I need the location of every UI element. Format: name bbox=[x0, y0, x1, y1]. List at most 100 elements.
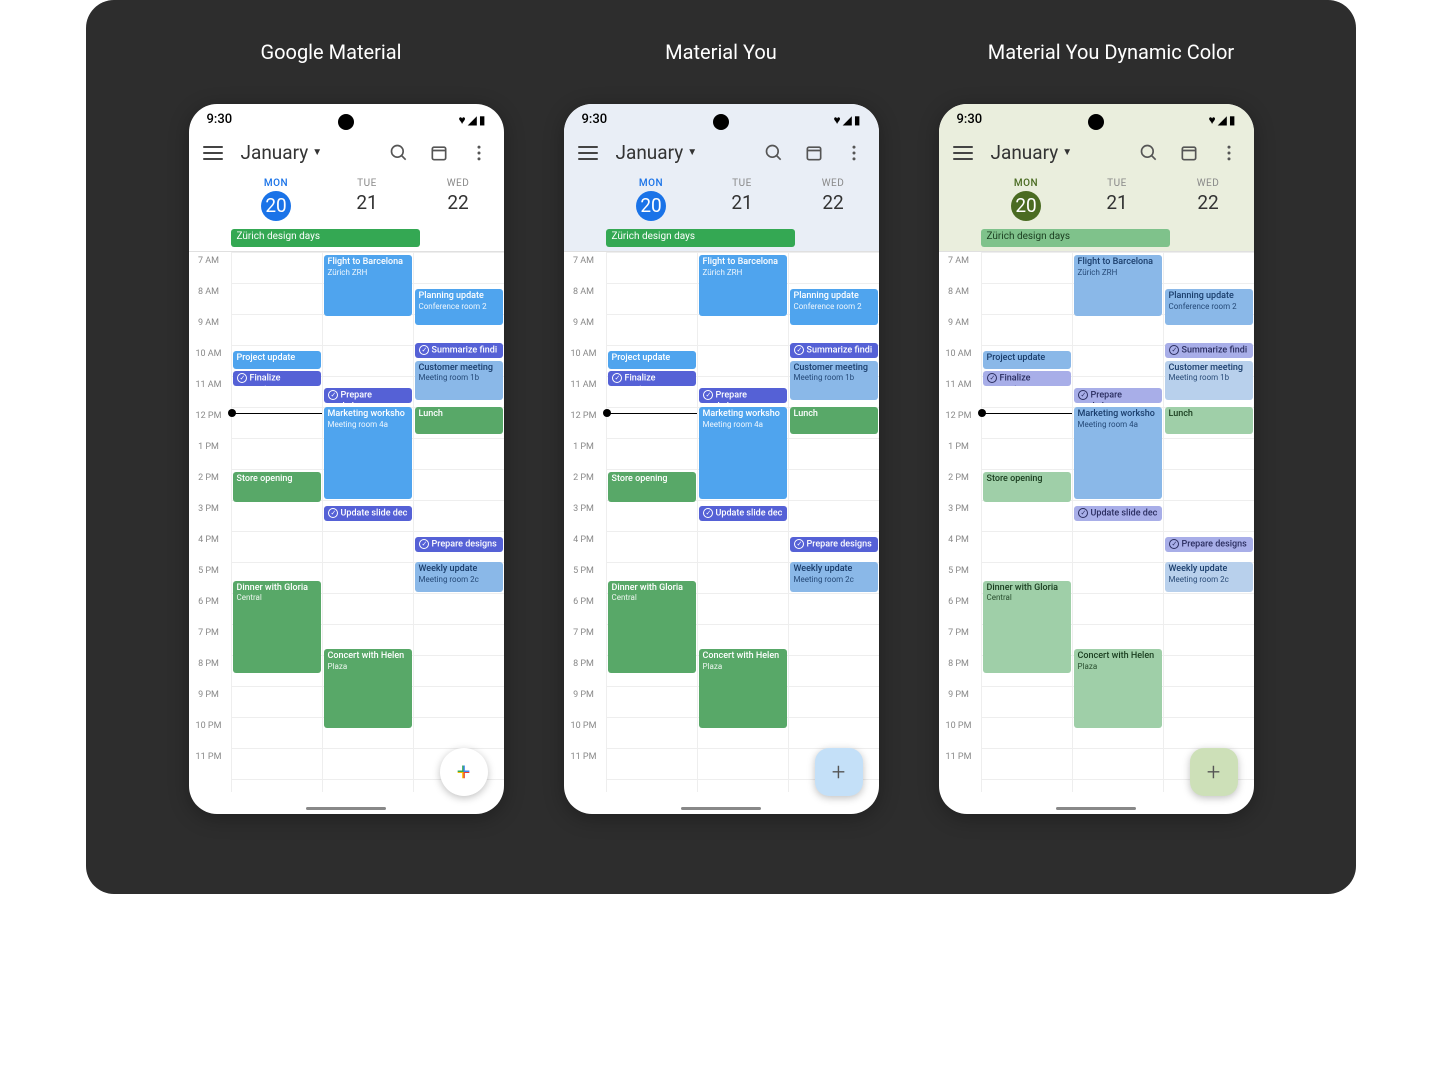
calendar-event[interactable]: Concert with HelenPlaza bbox=[1074, 649, 1162, 729]
calendar-event[interactable]: Customer meetingMeeting room 1b bbox=[415, 361, 503, 400]
more-vert-icon[interactable] bbox=[468, 142, 490, 164]
allday-event[interactable]: Zürich design days bbox=[981, 229, 1170, 247]
day-column[interactable]: Project update Finalize presenta Store ope… bbox=[231, 252, 322, 792]
allday-event[interactable]: Zürich design days bbox=[231, 229, 420, 247]
wifi-icon: ♥ bbox=[1209, 113, 1216, 127]
month-selector[interactable]: January ▼ bbox=[991, 141, 1073, 164]
day-column[interactable]: Project update Finalize presenta Store ope… bbox=[606, 252, 697, 792]
calendar-event[interactable]: Summarize findi bbox=[790, 343, 878, 358]
calendar-event[interactable]: Marketing workshoMeeting room 4a bbox=[324, 407, 412, 499]
calendar-event[interactable]: Prepare worksho bbox=[324, 388, 412, 403]
calendar-event[interactable]: Store opening bbox=[608, 472, 696, 502]
menu-icon[interactable] bbox=[203, 146, 223, 160]
day-header[interactable]: WED 22 bbox=[413, 174, 504, 229]
calendar-event[interactable]: Prepare worksho bbox=[699, 388, 787, 403]
time-label: 9 PM bbox=[939, 690, 979, 700]
today-icon[interactable] bbox=[428, 142, 450, 164]
calendar-event[interactable]: Project update bbox=[233, 351, 321, 369]
calendar-event[interactable]: Dinner with GloriaCentral bbox=[608, 581, 696, 673]
calendar-event[interactable]: Update slide dec bbox=[324, 506, 412, 521]
calendar-event[interactable]: Project update bbox=[608, 351, 696, 369]
calendar-event[interactable]: Concert with HelenPlaza bbox=[324, 649, 412, 729]
menu-icon[interactable] bbox=[953, 146, 973, 160]
calendar-grid[interactable]: 7 AM8 AM9 AM10 AM11 AM12 PM1 PM2 PM3 PM4… bbox=[189, 252, 504, 792]
day-header[interactable]: Tue 21 bbox=[1072, 174, 1163, 229]
calendar-grid[interactable]: 7 AM8 AM9 AM10 AM11 AM12 PM1 PM2 PM3 PM4… bbox=[939, 252, 1254, 792]
day-column[interactable]: Flight to BarcelonaZürich ZRH Prepare wor… bbox=[1072, 252, 1163, 792]
day-column[interactable]: Flight to BarcelonaZürich ZRH Prepare wor… bbox=[697, 252, 788, 792]
month-selector[interactable]: January ▼ bbox=[616, 141, 698, 164]
day-header[interactable]: Wed 22 bbox=[1163, 174, 1254, 229]
search-icon[interactable] bbox=[763, 142, 785, 164]
calendar-event[interactable]: Prepare designs bbox=[790, 537, 878, 552]
calendar-event[interactable]: Dinner with GloriaCentral bbox=[983, 581, 1071, 673]
day-column[interactable]: Flight to BarcelonaZürich ZRH Prepare wor… bbox=[322, 252, 413, 792]
event-location: Conference room 2 bbox=[794, 302, 874, 312]
calendar-grid[interactable]: 7 AM8 AM9 AM10 AM11 AM12 PM1 PM2 PM3 PM4… bbox=[564, 252, 879, 792]
calendar-event[interactable]: Project update bbox=[983, 351, 1071, 369]
battery-icon: ▮ bbox=[1229, 113, 1236, 127]
nav-handle[interactable] bbox=[306, 807, 386, 810]
calendar-event[interactable]: Weekly updateMeeting room 2c bbox=[1165, 562, 1253, 592]
calendar-event[interactable]: Dinner with GloriaCentral bbox=[233, 581, 321, 673]
create-event-fab[interactable]: + bbox=[815, 748, 863, 796]
month-selector[interactable]: January ▼ bbox=[241, 141, 323, 164]
day-header[interactable]: Wed 22 bbox=[788, 174, 879, 229]
calendar-event[interactable]: Flight to BarcelonaZürich ZRH bbox=[324, 255, 412, 316]
calendar-event[interactable]: Store opening bbox=[983, 472, 1071, 502]
calendar-event[interactable]: Weekly updateMeeting room 2c bbox=[415, 562, 503, 592]
calendar-event[interactable]: Flight to BarcelonaZürich ZRH bbox=[699, 255, 787, 316]
day-header[interactable]: Mon 20 bbox=[606, 174, 697, 229]
more-vert-icon[interactable] bbox=[1218, 142, 1240, 164]
calendar-event[interactable]: Update slide dec bbox=[1074, 506, 1162, 521]
event-title: Lunch bbox=[419, 409, 443, 419]
day-header[interactable]: Mon 20 bbox=[981, 174, 1072, 229]
day-number: 21 bbox=[1072, 191, 1163, 214]
nav-handle[interactable] bbox=[1056, 807, 1136, 810]
calendar-event[interactable]: Marketing workshoMeeting room 4a bbox=[1074, 407, 1162, 499]
create-event-fab[interactable]: + bbox=[440, 748, 488, 796]
day-column[interactable]: Planning updateConference room 2 Summariz… bbox=[1163, 252, 1254, 792]
day-header[interactable]: TUE 21 bbox=[322, 174, 413, 229]
calendar-event[interactable]: Marketing workshoMeeting room 4a bbox=[699, 407, 787, 499]
allday-event[interactable]: Zürich design days bbox=[606, 229, 795, 247]
signal-icon: ◢ bbox=[1218, 113, 1227, 127]
calendar-event[interactable]: Weekly updateMeeting room 2c bbox=[790, 562, 878, 592]
day-header[interactable]: MON 20 bbox=[231, 174, 322, 229]
more-vert-icon[interactable] bbox=[843, 142, 865, 164]
calendar-event[interactable]: Prepare designs bbox=[1165, 537, 1253, 552]
create-event-fab[interactable]: + bbox=[1190, 748, 1238, 796]
search-icon[interactable] bbox=[388, 142, 410, 164]
calendar-event[interactable]: Concert with HelenPlaza bbox=[699, 649, 787, 729]
wifi-icon: ♥ bbox=[459, 113, 466, 127]
calendar-event[interactable]: Summarize findi bbox=[1165, 343, 1253, 358]
calendar-event[interactable]: Finalize presenta bbox=[983, 371, 1071, 386]
calendar-event[interactable]: Update slide dec bbox=[699, 506, 787, 521]
calendar-event[interactable]: Store opening bbox=[233, 472, 321, 502]
calendar-event[interactable]: Lunch bbox=[790, 407, 878, 434]
today-icon[interactable] bbox=[1178, 142, 1200, 164]
calendar-event[interactable]: Lunch bbox=[1165, 407, 1253, 434]
calendar-event[interactable]: Planning updateConference room 2 bbox=[1165, 289, 1253, 325]
calendar-event[interactable]: Prepare designs bbox=[415, 537, 503, 552]
calendar-event[interactable]: Flight to BarcelonaZürich ZRH bbox=[1074, 255, 1162, 316]
calendar-event[interactable]: Customer meetingMeeting room 1b bbox=[790, 361, 878, 400]
calendar-event[interactable]: Lunch bbox=[415, 407, 503, 434]
calendar-event[interactable]: Planning updateConference room 2 bbox=[790, 289, 878, 325]
day-column[interactable]: Project update Finalize presenta Store ope… bbox=[981, 252, 1072, 792]
day-header[interactable]: Tue 21 bbox=[697, 174, 788, 229]
day-column[interactable]: Planning updateConference room 2 Summariz… bbox=[788, 252, 879, 792]
status-bar: 9:30 ♥ ◢ ▮ bbox=[564, 104, 879, 131]
time-label: 7 AM bbox=[189, 256, 229, 266]
day-column[interactable]: Planning updateConference room 2 Summariz… bbox=[413, 252, 504, 792]
calendar-event[interactable]: Finalize presenta bbox=[233, 371, 321, 386]
calendar-event[interactable]: Finalize presenta bbox=[608, 371, 696, 386]
nav-handle[interactable] bbox=[681, 807, 761, 810]
calendar-event[interactable]: Planning updateConference room 2 bbox=[415, 289, 503, 325]
search-icon[interactable] bbox=[1138, 142, 1160, 164]
menu-icon[interactable] bbox=[578, 146, 598, 160]
today-icon[interactable] bbox=[803, 142, 825, 164]
calendar-event[interactable]: Prepare worksho bbox=[1074, 388, 1162, 403]
calendar-event[interactable]: Customer meetingMeeting room 1b bbox=[1165, 361, 1253, 400]
calendar-event[interactable]: Summarize findi bbox=[415, 343, 503, 358]
